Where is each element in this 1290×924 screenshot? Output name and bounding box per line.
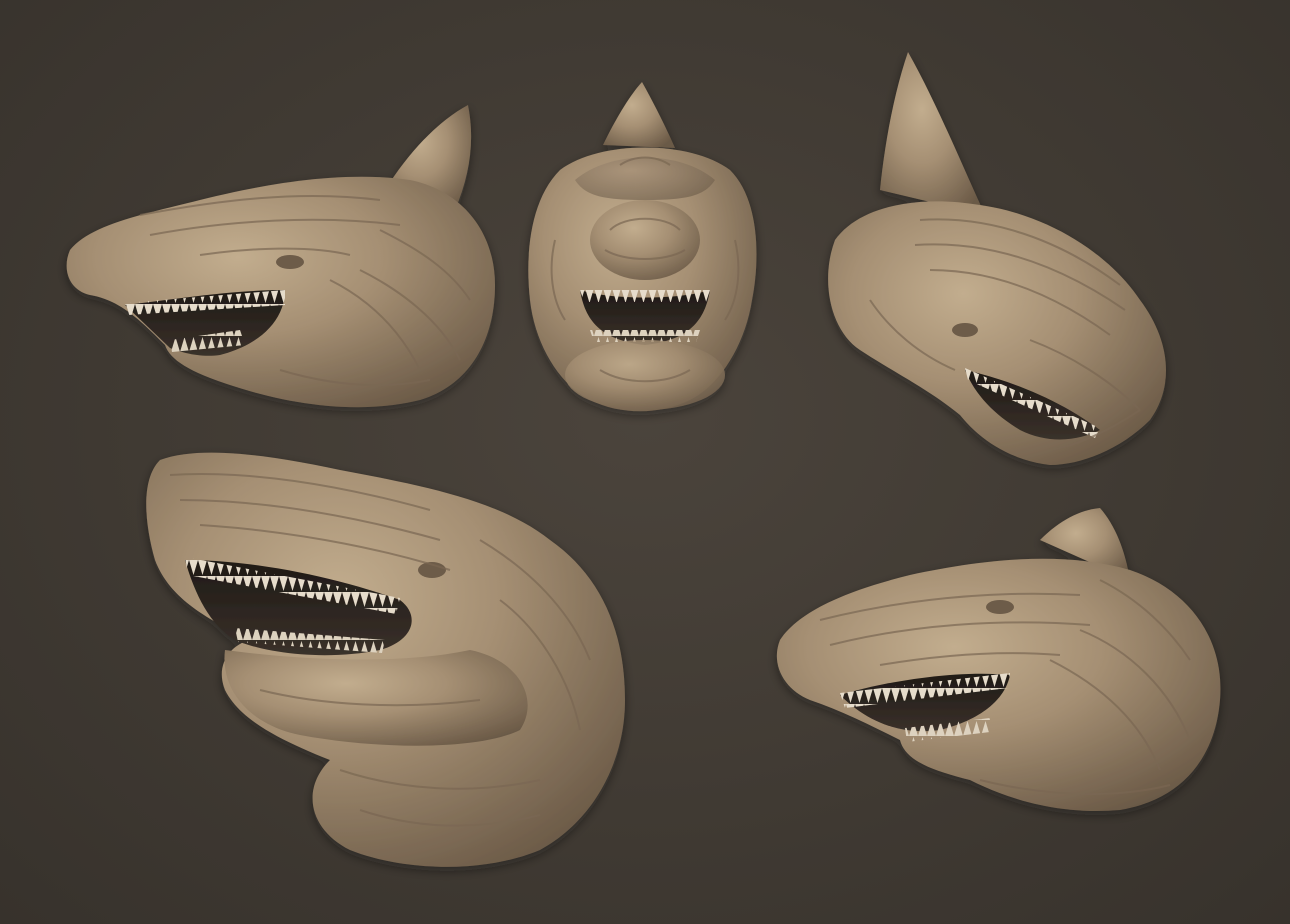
side-view-right-tilted (776, 508, 1221, 811)
sculpt-viewport (0, 0, 1290, 924)
side-view-left (66, 105, 495, 408)
creature-turnaround-render (66, 52, 1221, 867)
front-view (528, 82, 757, 412)
three-quarter-view-right (828, 52, 1167, 465)
three-quarter-view-open-mouth (146, 452, 625, 867)
